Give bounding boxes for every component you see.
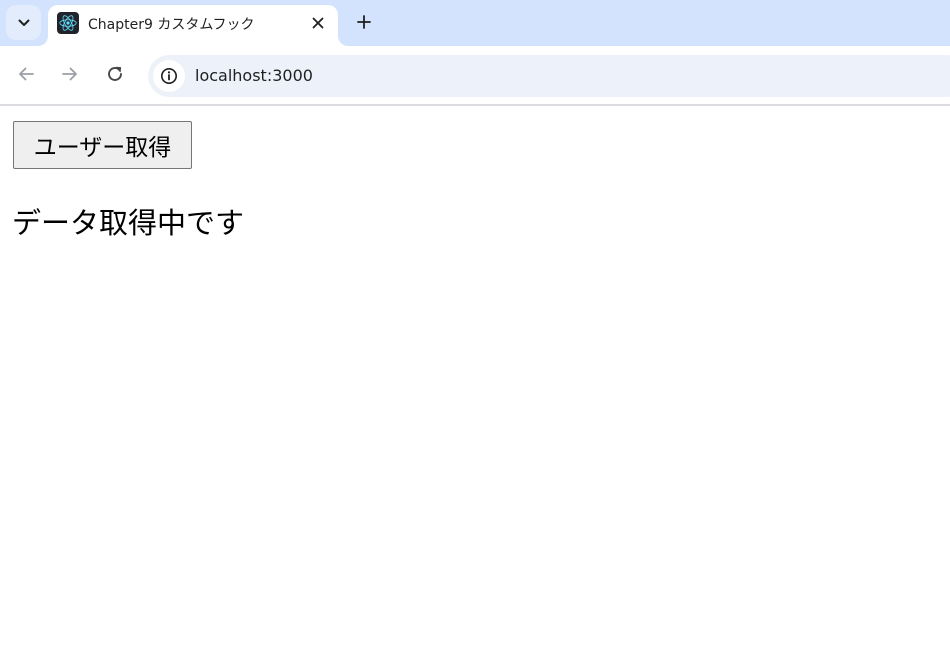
active-tab[interactable]: Chapter9 カスタムフック bbox=[48, 5, 338, 46]
forward-button[interactable] bbox=[56, 60, 84, 88]
reload-icon bbox=[108, 66, 122, 81]
react-logo-icon bbox=[57, 12, 79, 34]
page-content: ユーザー取得 データ取得中です bbox=[0, 106, 950, 652]
tab-strip: Chapter9 カスタムフック bbox=[0, 0, 950, 46]
close-tab-button[interactable] bbox=[307, 12, 329, 34]
url-text[interactable]: localhost:3000 bbox=[195, 66, 313, 85]
reload-button[interactable] bbox=[101, 60, 129, 88]
close-icon bbox=[312, 17, 324, 29]
chevron-down-icon bbox=[18, 19, 29, 26]
loading-status-text: データ取得中です bbox=[12, 206, 245, 240]
fetch-user-button[interactable]: ユーザー取得 bbox=[13, 121, 192, 169]
tab-search-button[interactable] bbox=[6, 5, 41, 40]
arrow-right-icon bbox=[62, 67, 77, 81]
back-button[interactable] bbox=[12, 60, 40, 88]
new-tab-button[interactable] bbox=[350, 8, 378, 36]
arrow-left-icon bbox=[19, 67, 34, 81]
site-info-button[interactable] bbox=[153, 60, 185, 92]
tab-title: Chapter9 カスタムフック bbox=[88, 17, 255, 33]
address-bar[interactable]: localhost:3000 bbox=[148, 55, 950, 97]
plus-icon bbox=[357, 15, 371, 29]
info-icon bbox=[161, 68, 177, 84]
browser-toolbar: localhost:3000 bbox=[0, 46, 950, 106]
